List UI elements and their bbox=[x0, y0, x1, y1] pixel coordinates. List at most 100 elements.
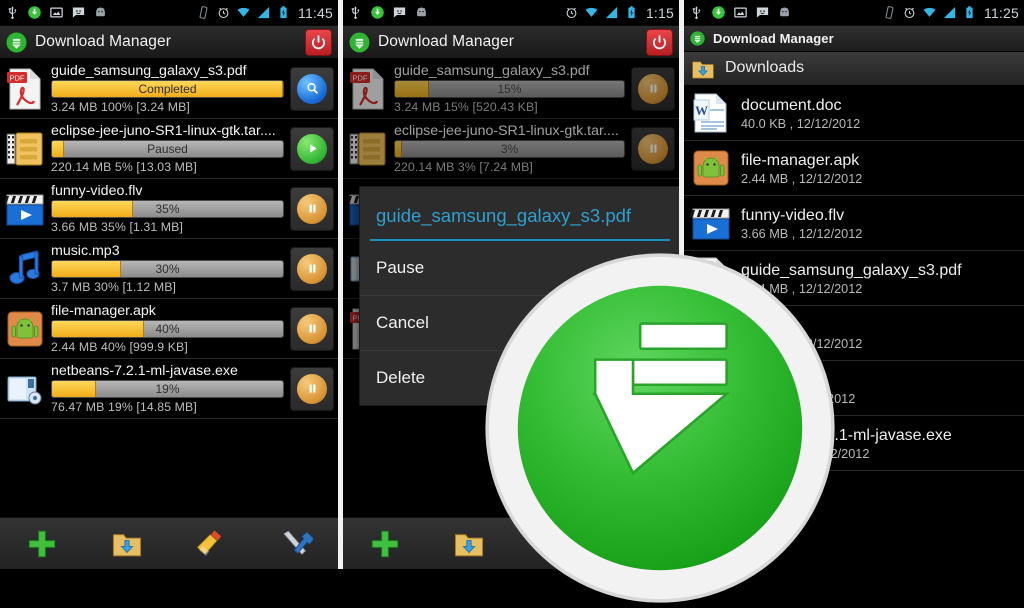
progress-bar: Completed bbox=[51, 80, 284, 98]
download-meta: 2.44 MB 40% [999.9 KB] bbox=[51, 340, 188, 354]
app-title-bar: Download Manager bbox=[343, 26, 679, 59]
progress-bar: 40% bbox=[51, 320, 284, 338]
apk-file-icon bbox=[690, 146, 732, 190]
archive-file-icon bbox=[5, 127, 45, 171]
search-button[interactable] bbox=[290, 66, 334, 111]
apk-file-icon bbox=[5, 307, 45, 351]
download-row[interactable]: PDF guide_samsung_galaxy_s3.pdf 15% 3.24 MB… bbox=[343, 59, 679, 119]
download-row[interactable]: PDF guide_samsung_galaxy_s3.pdf Completed 3… bbox=[0, 59, 338, 119]
download-row[interactable]: file-manager.apk 40% 2.44 MB 40% [999.9 KB… bbox=[0, 299, 338, 359]
download-info: funny-video.flv 35% 3.66 MB 35% [1.31 MB] bbox=[51, 183, 284, 234]
doc-file-icon: W bbox=[690, 91, 732, 135]
settings-button[interactable] bbox=[271, 523, 321, 565]
downloads-folder-button[interactable] bbox=[102, 523, 152, 565]
pause-button[interactable] bbox=[290, 186, 334, 231]
file-name: funny-video.flv bbox=[741, 206, 845, 224]
download-info: file-manager.apk 40% 2.44 MB 40% [999.9 KB… bbox=[51, 303, 284, 354]
download-row[interactable]: music.mp3 30% 3.7 MB 30% [1.12 MB] bbox=[0, 239, 338, 299]
action-circle bbox=[297, 253, 327, 284]
status-bar: 11:45 bbox=[0, 0, 338, 26]
download-info: guide_samsung_galaxy_s3.pdf 15% 3.24 MB 15… bbox=[394, 63, 625, 114]
download-filename: funny-video.flv bbox=[51, 183, 143, 199]
progress-label: 35% bbox=[155, 202, 180, 216]
file-name: lock.zip bbox=[741, 316, 795, 334]
download-row[interactable]: netbeans-7.2.1-ml-javase.exe 19% 76.47 MB … bbox=[0, 359, 338, 419]
file-row[interactable]: file-manager.apk 2.44 MB , 12/12/2012 bbox=[684, 141, 1024, 196]
download-filename: netbeans-7.2.1-ml-javase.exe bbox=[51, 363, 238, 379]
action-circle bbox=[638, 73, 668, 104]
add-download-button[interactable] bbox=[360, 523, 410, 565]
plus-icon bbox=[28, 530, 56, 557]
action-circle bbox=[297, 193, 327, 224]
play-button[interactable] bbox=[290, 126, 334, 171]
file-row[interactable]: music.mp3 3.7 MB , 12/12/2012 bbox=[684, 361, 1024, 416]
download-filename: guide_samsung_galaxy_s3.pdf bbox=[394, 63, 590, 79]
download-filename: guide_samsung_galaxy_s3.pdf bbox=[51, 63, 247, 79]
file-name: netbeans-7.2.1-ml-javase.exe bbox=[741, 426, 952, 444]
status-icons-right: 11:45 bbox=[196, 5, 333, 21]
file-name: guide_samsung_galaxy_s3.pdf bbox=[741, 261, 962, 279]
sms-icon bbox=[72, 7, 85, 18]
add-download-button[interactable] bbox=[17, 523, 67, 565]
progress-bar: Paused bbox=[51, 140, 284, 158]
pdf-file-icon: PDF bbox=[5, 67, 45, 111]
file-row[interactable]: funny-video.flv 3.66 MB , 12/12/2012 bbox=[684, 196, 1024, 251]
file-meta: 1.12 MB , 12/12/2012 bbox=[741, 336, 863, 351]
file-row[interactable]: lock.zip 1.12 MB , 12/12/2012 bbox=[684, 306, 1024, 361]
dialog-title: guide_samsung_galaxy_s3.pdf bbox=[376, 205, 632, 226]
status-icons-left bbox=[5, 5, 108, 20]
current-folder-bar[interactable]: Downloads bbox=[684, 52, 1024, 86]
file-info: lock.zip 1.12 MB , 12/12/2012 bbox=[741, 316, 862, 351]
pause-button[interactable] bbox=[631, 66, 675, 111]
menu-item-pause[interactable]: Pause bbox=[360, 241, 679, 296]
download-active-icon bbox=[28, 6, 41, 19]
folder-name: Downloads bbox=[725, 60, 805, 76]
wifi-icon bbox=[923, 7, 936, 17]
progress-label: 3% bbox=[500, 142, 519, 156]
progress-label: Completed bbox=[138, 82, 197, 96]
progress-bar: 15% bbox=[394, 80, 625, 98]
status-icons-right: 1:15 bbox=[564, 5, 674, 21]
file-name: music.mp3 bbox=[741, 371, 819, 389]
clear-list-button[interactable] bbox=[186, 523, 236, 565]
menu-item-delete[interactable]: Delete bbox=[360, 351, 679, 405]
status-icons-left bbox=[689, 5, 792, 20]
clear-list-button[interactable] bbox=[528, 523, 578, 565]
download-meta: 3.24 MB 100% [3.24 MB] bbox=[51, 100, 190, 114]
pause-button[interactable] bbox=[631, 126, 675, 171]
bottom-toolbar-panel1 bbox=[0, 517, 338, 569]
status-bar: 11:25 bbox=[684, 0, 1024, 26]
file-row[interactable]: PDF guide_samsung_galaxy_s3.pdf 3.24 MB , … bbox=[684, 251, 1024, 306]
status-clock: 11:45 bbox=[298, 4, 333, 21]
power-icon bbox=[312, 34, 325, 49]
download-row[interactable]: eclipse-jee-juno-SR1-linux-gtk.tar.... 3%… bbox=[343, 119, 679, 179]
download-row[interactable]: eclipse-jee-juno-SR1-linux-gtk.tar.... Pa… bbox=[0, 119, 338, 179]
download-meta: 3.7 MB 30% [1.12 MB] bbox=[51, 280, 177, 294]
alarm-icon bbox=[218, 7, 229, 19]
menu-item-cancel[interactable]: Cancel bbox=[360, 296, 679, 351]
downloads-folder-button[interactable] bbox=[444, 523, 494, 565]
settings-button[interactable] bbox=[612, 523, 662, 565]
file-info: guide_samsung_galaxy_s3.pdf 3.24 MB , 12/… bbox=[741, 261, 962, 296]
download-row[interactable]: funny-video.flv 35% 3.66 MB 35% [1.31 MB] bbox=[0, 179, 338, 239]
three-panel-screenshot: 11:45 Download Manager PDF guide_samsung_… bbox=[0, 0, 1024, 603]
pause-button[interactable] bbox=[290, 366, 334, 411]
vibrate-icon bbox=[199, 6, 208, 19]
file-row[interactable]: Wdocument.doc 40.0 KB , 12/12/2012 bbox=[684, 86, 1024, 141]
file-meta: 3.7 MB , 12/12/2012 bbox=[741, 391, 856, 406]
progress-bar: 3% bbox=[394, 140, 625, 158]
power-button[interactable] bbox=[646, 28, 673, 56]
pause-button[interactable] bbox=[290, 306, 334, 351]
exe-file-icon bbox=[5, 367, 45, 411]
file-row[interactable]: netbeans-7.2.1-ml-javase.exe 76.47 MB , 1… bbox=[684, 416, 1024, 471]
pause-button[interactable] bbox=[290, 246, 334, 291]
svg-text:PDF: PDF bbox=[696, 263, 711, 272]
svg-text:PDF: PDF bbox=[10, 73, 25, 82]
app-title: Download Manager bbox=[713, 31, 834, 46]
android-icon bbox=[96, 7, 105, 17]
power-button[interactable] bbox=[305, 28, 332, 56]
file-info: netbeans-7.2.1-ml-javase.exe 76.47 MB , 1… bbox=[741, 426, 952, 461]
pdf-file-icon: PDF bbox=[690, 256, 732, 300]
file-info: file-manager.apk 2.44 MB , 12/12/2012 bbox=[741, 151, 862, 186]
progress-label: 15% bbox=[497, 82, 522, 96]
